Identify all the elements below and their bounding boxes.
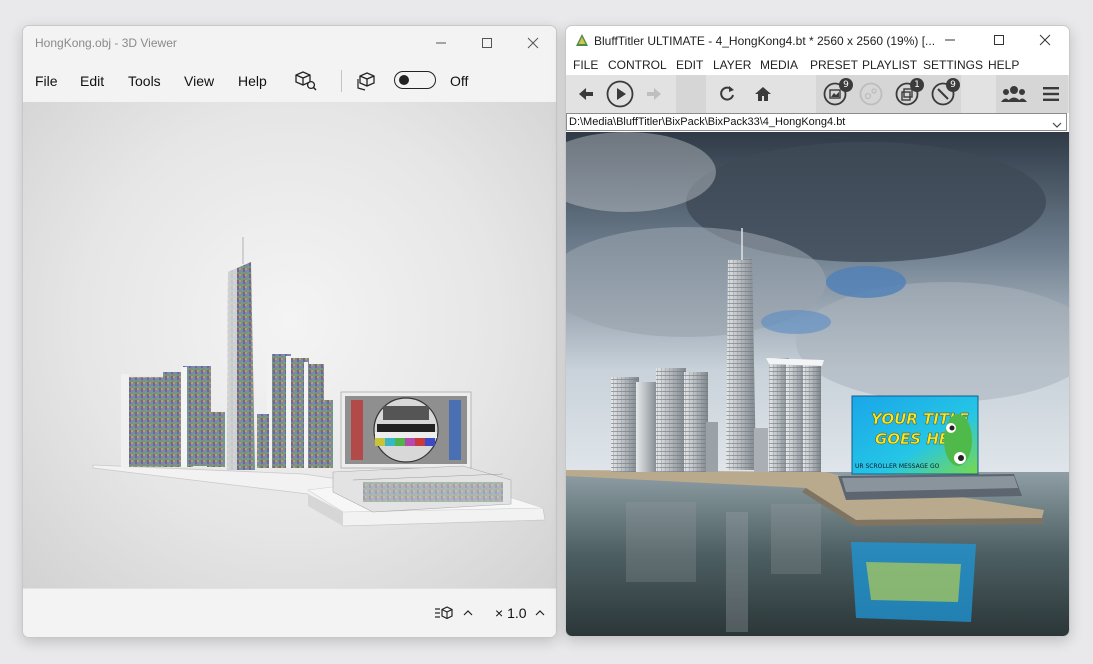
- menu-preset[interactable]: PRESET: [810, 58, 858, 72]
- render-viewport[interactable]: YOUR TITLE GOES HERE UR SCROLLER MESSAGE…: [566, 132, 1069, 636]
- scroller-text: UR SCROLLER MESSAGE GO: [855, 463, 940, 470]
- layers-badge: 1: [910, 78, 924, 92]
- image-icon[interactable]: 9: [820, 75, 853, 113]
- toggle-label: Off: [450, 73, 469, 89]
- file-path-text: D:\Media\BluffTitler\BixPack\BixPack33\4…: [569, 116, 846, 128]
- arrow-left-icon[interactable]: [574, 75, 598, 113]
- toolbar-divider: [341, 70, 342, 92]
- menu-settings[interactable]: SETTINGS: [923, 58, 983, 72]
- status-bar: × 1.0: [23, 588, 556, 637]
- users-icon[interactable]: [998, 75, 1030, 113]
- menu-bar: File Edit Tools View Help Off: [23, 60, 556, 102]
- title-bar[interactable]: HongKong.obj - 3D Viewer: [23, 26, 556, 60]
- menu-bar: FILE CONTROL EDIT LAYER MEDIA PRESET PLA…: [566, 55, 1069, 75]
- maximize-icon[interactable]: [467, 30, 507, 56]
- effects-badge: 9: [946, 78, 960, 92]
- menu-media[interactable]: MEDIA: [760, 58, 798, 72]
- billboard: YOUR TITLE GOES HERE UR SCROLLER MESSAGE…: [851, 395, 979, 475]
- zoom-label: × 1.0: [495, 605, 527, 621]
- minimize-icon[interactable]: [930, 27, 970, 53]
- wand-icon[interactable]: 9: [928, 75, 960, 113]
- media-badge: 9: [839, 78, 853, 92]
- file-path-combobox[interactable]: D:\Media\BluffTitler\BixPack\BixPack33\4…: [566, 113, 1067, 131]
- menu-playlist[interactable]: PLAYLIST: [862, 58, 917, 72]
- title-bar[interactable]: BluffTitler ULTIMATE - 4_HongKong4.bt * …: [566, 26, 1069, 55]
- chevron-up-icon[interactable]: [461, 603, 475, 623]
- hamburger-menu-icon[interactable]: [1037, 75, 1065, 113]
- reload-icon[interactable]: [714, 75, 740, 113]
- menu-file[interactable]: FILE: [573, 58, 598, 72]
- menu-edit[interactable]: Edit: [80, 73, 104, 89]
- hongkong-scene: YOUR TITLE GOES HERE UR SCROLLER MESSAGE…: [566, 132, 1069, 636]
- minimize-icon[interactable]: [421, 30, 461, 56]
- zoom-chevron-up-icon[interactable]: [533, 603, 547, 623]
- home-icon[interactable]: [750, 75, 776, 113]
- toolbar: 9 1 9: [566, 75, 1069, 113]
- layers-icon[interactable]: 1: [892, 75, 924, 113]
- menu-view[interactable]: View: [184, 73, 214, 89]
- close-icon[interactable]: [513, 30, 553, 56]
- camera-icon[interactable]: [856, 75, 886, 113]
- 3d-viewer-window: HongKong.obj - 3D Viewer File Edit Tools…: [22, 25, 557, 638]
- mixed-reality-toggle[interactable]: [394, 71, 436, 89]
- toolbar-spacer: [676, 75, 706, 113]
- app-logo-icon: [575, 33, 589, 47]
- test-card: [345, 396, 467, 464]
- menu-edit[interactable]: EDIT: [676, 58, 703, 72]
- hongkong-model: [92, 237, 546, 527]
- 3d-viewport[interactable]: [23, 102, 556, 588]
- window-title: BluffTitler ULTIMATE - 4_HongKong4.bt * …: [594, 34, 936, 48]
- menu-help[interactable]: Help: [238, 73, 267, 89]
- toggle-knob: [399, 75, 409, 85]
- close-icon[interactable]: [1025, 27, 1065, 53]
- arrow-right-icon[interactable]: [642, 75, 666, 113]
- maximize-icon[interactable]: [979, 27, 1019, 53]
- play-icon[interactable]: [604, 75, 636, 113]
- menu-control[interactable]: CONTROL: [608, 58, 667, 72]
- menu-file[interactable]: File: [35, 73, 58, 89]
- blufftitler-window: BluffTitler ULTIMATE - 4_HongKong4.bt * …: [565, 25, 1070, 637]
- menu-tools[interactable]: Tools: [128, 73, 161, 89]
- window-title: HongKong.obj - 3D Viewer: [35, 36, 177, 50]
- cube-search-icon[interactable]: [293, 69, 319, 93]
- cube-view-icon[interactable]: [356, 69, 380, 93]
- chevron-down-icon[interactable]: [1051, 117, 1063, 128]
- menu-help[interactable]: HELP: [988, 58, 1019, 72]
- menu-layer[interactable]: LAYER: [713, 58, 751, 72]
- grid-cube-icon[interactable]: [433, 603, 455, 623]
